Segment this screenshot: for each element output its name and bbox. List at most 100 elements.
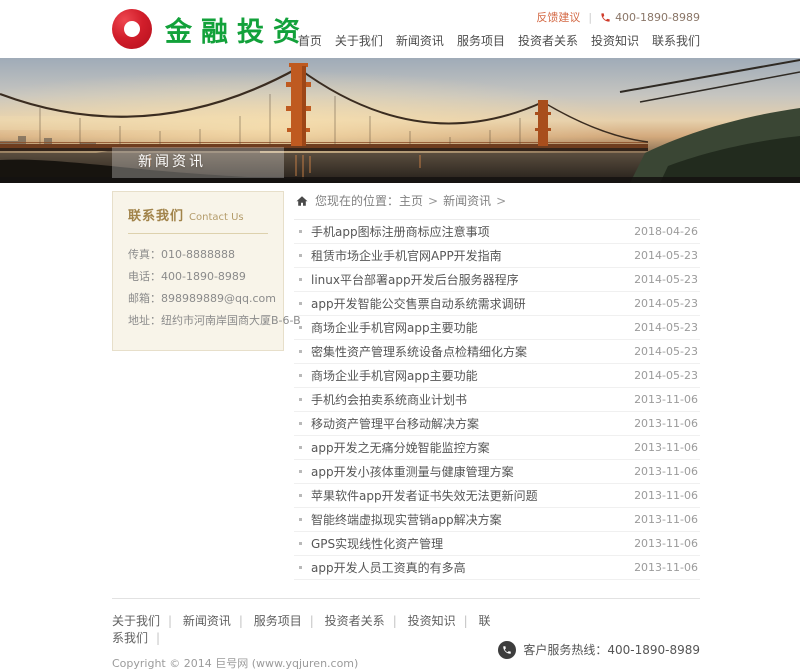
breadcrumb-home-link[interactable]: 主页: [399, 192, 423, 209]
header-phone-number: 400-1890-8989: [615, 11, 700, 24]
news-list-item: 苹果软件app开发者证书失效无法更新问题 2013-11-06: [294, 484, 700, 508]
breadcrumb-separator: >: [428, 194, 438, 208]
news-date: 2014-05-23: [634, 297, 698, 310]
news-title-link[interactable]: app开发人员工资真的有多高: [311, 559, 622, 576]
news-date: 2013-11-06: [634, 561, 698, 574]
news-date: 2014-05-23: [634, 369, 698, 382]
news-title-link[interactable]: 租赁市场企业手机官网APP开发指南: [311, 247, 622, 264]
bullet-icon: [299, 302, 302, 305]
bullet-icon: [299, 446, 302, 449]
news-list-item: GPS实现线性化资产管理 2013-11-06: [294, 532, 700, 556]
news-date: 2014-05-23: [634, 249, 698, 262]
contact-line: 地址：纽约市河南岸国商大厦B-6-B: [128, 310, 268, 332]
news-list-item: 租赁市场企业手机官网APP开发指南 2014-05-23: [294, 244, 700, 268]
nav-item[interactable]: 首页: [298, 32, 322, 49]
header-utility: 反馈建议 | 400-1890-8989: [536, 9, 700, 25]
news-date: 2013-11-06: [634, 513, 698, 526]
nav-item[interactable]: 投资知识: [591, 32, 639, 49]
news-list-item: 智能终端虚拟现实营销app解决方案 2013-11-06: [294, 508, 700, 532]
footer-links: 关于我们| 新闻资讯| 服务项目| 投资者关系| 投资知识| 联系我们|: [112, 612, 498, 646]
contact-line: 传真：010-8888888: [128, 244, 268, 266]
bullet-icon: [299, 494, 302, 497]
news-date: 2013-11-06: [634, 489, 698, 502]
news-list-item: 密集性资产管理系统设备点检精细化方案 2014-05-23: [294, 340, 700, 364]
section-title-banner: 新闻资讯: [112, 147, 284, 178]
bullet-icon: [299, 254, 302, 257]
footer-link-separator: |: [393, 614, 397, 628]
news-title-link[interactable]: GPS实现线性化资产管理: [311, 535, 622, 552]
news-title-link[interactable]: 智能终端虚拟现实营销app解决方案: [311, 511, 622, 528]
main-layout: 联系我们 Contact Us 传真：010-8888888电话：400-189…: [112, 183, 700, 580]
footer-link[interactable]: 服务项目: [254, 614, 302, 628]
bullet-icon: [299, 542, 302, 545]
contact-divider: [128, 233, 268, 234]
content-area: 您现在的位置： 主页 > 新闻资讯 > 手机app图标注册商标应注意事项 201…: [294, 183, 700, 580]
footer-link-separator: |: [156, 631, 160, 645]
news-list-item: app开发之无痛分娩智能监控方案 2013-11-06: [294, 436, 700, 460]
footer-link-wrap: 投资知识 |: [408, 614, 475, 628]
contact-title: 联系我们: [128, 205, 184, 224]
bullet-icon: [299, 278, 302, 281]
news-list-item: 手机app图标注册商标应注意事项 2018-04-26: [294, 220, 700, 244]
news-list-item: app开发小孩体重测量与健康管理方案 2013-11-06: [294, 460, 700, 484]
bullet-icon: [299, 230, 302, 233]
copyright-text: Copyright © 2014 巨号网 (www.yqjuren.com): [112, 655, 498, 671]
news-title-link[interactable]: 商场企业手机官网app主要功能: [311, 319, 622, 336]
main-nav: 首页关于我们新闻资讯服务项目投资者关系投资知识联系我们: [298, 32, 700, 49]
footer-link[interactable]: 投资者关系: [325, 614, 385, 628]
footer-link[interactable]: 关于我们: [112, 614, 160, 628]
footer-link-wrap: 关于我们 |: [112, 614, 179, 628]
news-title-link[interactable]: 苹果软件app开发者证书失效无法更新问题: [311, 487, 622, 504]
news-list: 手机app图标注册商标应注意事项 2018-04-26 租赁市场企业手机官网AP…: [294, 220, 700, 580]
nav-item[interactable]: 投资者关系: [518, 32, 578, 49]
header-phone: 400-1890-8989: [600, 11, 700, 24]
footer-link[interactable]: 投资知识: [408, 614, 456, 628]
bullet-icon: [299, 374, 302, 377]
news-list-item: 手机约会拍卖系统商业计划书 2013-11-06: [294, 388, 700, 412]
nav-item[interactable]: 联系我们: [652, 32, 700, 49]
news-title-link[interactable]: linux平台部署app开发后台服务器程序: [311, 271, 622, 288]
bullet-icon: [299, 470, 302, 473]
news-title-link[interactable]: app开发小孩体重测量与健康管理方案: [311, 463, 622, 480]
hotline-text: 客户服务热线：400-1890-8989: [523, 641, 700, 658]
phone-icon: [600, 12, 611, 23]
site-logo[interactable]: 金融投资: [112, 9, 309, 49]
news-list-item: app开发智能公交售票自动系统需求调研 2014-05-23: [294, 292, 700, 316]
bullet-icon: [299, 350, 302, 353]
news-list-item: linux平台部署app开发后台服务器程序 2014-05-23: [294, 268, 700, 292]
breadcrumb-current-link[interactable]: 新闻资讯: [443, 192, 491, 209]
nav-item[interactable]: 关于我们: [335, 32, 383, 49]
news-date: 2018-04-26: [634, 225, 698, 238]
sidebar: 联系我们 Contact Us 传真：010-8888888电话：400-189…: [112, 183, 284, 351]
news-title-link[interactable]: 密集性资产管理系统设备点检精细化方案: [311, 343, 622, 360]
news-title-link[interactable]: 手机app图标注册商标应注意事项: [311, 223, 622, 240]
footer-link-wrap: 投资者关系 |: [325, 614, 404, 628]
hero-banner: 新闻资讯: [0, 58, 800, 183]
footer-link-separator: |: [239, 614, 243, 628]
bullet-icon: [299, 518, 302, 521]
bullet-icon: [299, 398, 302, 401]
footer-link[interactable]: 新闻资讯: [183, 614, 231, 628]
news-list-item: 商场企业手机官网app主要功能 2014-05-23: [294, 364, 700, 388]
nav-item[interactable]: 新闻资讯: [396, 32, 444, 49]
news-title-link[interactable]: app开发之无痛分娩智能监控方案: [311, 439, 622, 456]
breadcrumb-prefix: 您现在的位置：: [315, 192, 399, 209]
news-date: 2014-05-23: [634, 345, 698, 358]
news-date: 2014-05-23: [634, 273, 698, 286]
breadcrumb: 您现在的位置： 主页 > 新闻资讯 >: [294, 183, 700, 220]
news-title-link[interactable]: 手机约会拍卖系统商业计划书: [311, 391, 622, 408]
footer-link-separator: |: [464, 614, 468, 628]
contact-subtitle: Contact Us: [189, 212, 244, 223]
bullet-icon: [299, 422, 302, 425]
news-title-link[interactable]: 商场企业手机官网app主要功能: [311, 367, 622, 384]
news-title-link[interactable]: app开发智能公交售票自动系统需求调研: [311, 295, 622, 312]
feedback-link[interactable]: 反馈建议: [536, 9, 580, 25]
site-header: 金融投资 反馈建议 | 400-1890-8989 首页关于我们新闻资讯服务项目…: [0, 0, 800, 58]
footer-link-separator: |: [168, 614, 172, 628]
nav-item[interactable]: 服务项目: [457, 32, 505, 49]
news-title-link[interactable]: 移动资产管理平台移动解决方案: [311, 415, 622, 432]
footer-link-wrap: 服务项目|: [254, 614, 321, 628]
news-date: 2013-11-06: [634, 441, 698, 454]
news-date: 2013-11-06: [634, 393, 698, 406]
news-date: 2013-11-06: [634, 465, 698, 478]
